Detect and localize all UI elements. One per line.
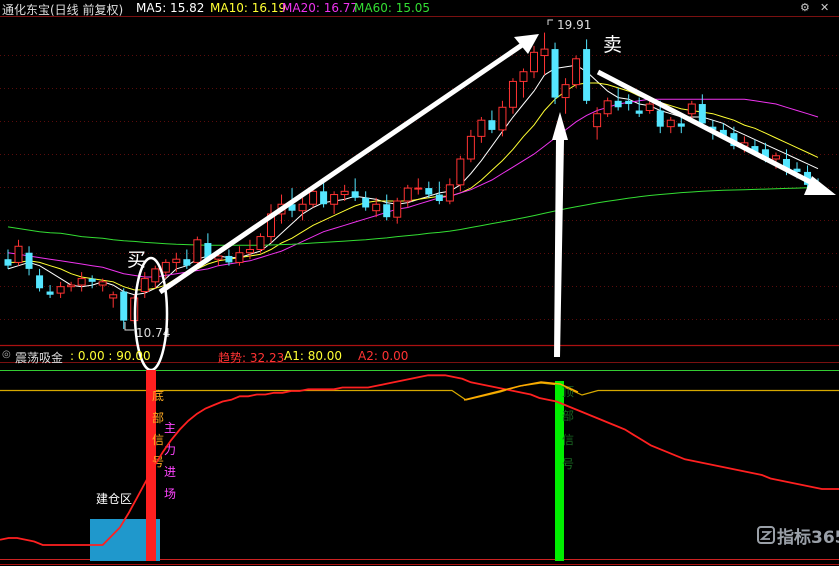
candle bbox=[477, 116, 486, 143]
indicator-name: 震荡吸金 bbox=[15, 351, 64, 365]
a2-value: A2: 0.00 bbox=[358, 349, 409, 363]
candle bbox=[466, 129, 475, 163]
candle bbox=[561, 78, 570, 114]
candle bbox=[603, 97, 612, 117]
vertical-char: 进 bbox=[164, 465, 176, 479]
candle bbox=[362, 191, 370, 211]
candle bbox=[56, 281, 65, 298]
ma5-value: MA5: 15.82 bbox=[136, 1, 205, 15]
candle bbox=[666, 116, 675, 134]
candle bbox=[614, 87, 622, 111]
vertical-char: 主 bbox=[164, 421, 176, 435]
chart-stage: 19.91 10.74 买 卖 建仓区 底部信号 主力进场 顶部信号 指标36 … bbox=[0, 0, 839, 566]
uptrend-arrow bbox=[158, 34, 539, 295]
candle bbox=[88, 275, 96, 289]
top-signal-bar bbox=[555, 381, 564, 561]
sell-label: 卖 bbox=[603, 34, 622, 56]
candle bbox=[120, 288, 128, 330]
candle bbox=[109, 291, 118, 308]
candle bbox=[151, 265, 160, 289]
ma60-value: MA60: 15.05 bbox=[354, 1, 431, 15]
candle bbox=[583, 39, 591, 105]
watermark-logo bbox=[757, 526, 775, 544]
build-zone-label: 建仓区 bbox=[96, 492, 132, 506]
candle bbox=[256, 233, 265, 253]
vertical-char: 部 bbox=[152, 410, 164, 425]
main-force-text: 主力进场 bbox=[164, 421, 176, 501]
vertical-char: 信 bbox=[152, 433, 164, 447]
downtrend-arrow bbox=[596, 69, 836, 195]
indicator-params: : 0.00 : 90.00 bbox=[70, 349, 151, 363]
a1-value: A1: 80.00 bbox=[284, 349, 343, 363]
candle bbox=[36, 268, 44, 292]
ma20-value: MA20: 16.77 bbox=[282, 1, 359, 15]
vertical-char: 号 bbox=[562, 457, 574, 471]
high-label-pointer bbox=[547, 19, 553, 25]
ma10-value: MA10: 16.19 bbox=[210, 1, 287, 15]
candle bbox=[540, 32, 549, 75]
candle bbox=[488, 110, 496, 134]
top-pointer-arrow bbox=[552, 112, 568, 357]
candle bbox=[508, 78, 517, 114]
candle bbox=[140, 272, 149, 298]
low-label-pointer bbox=[124, 322, 134, 331]
candle bbox=[498, 100, 507, 137]
candle bbox=[383, 194, 391, 221]
vertical-char: 部 bbox=[562, 408, 574, 423]
candle bbox=[403, 184, 412, 208]
candle bbox=[235, 246, 244, 266]
high-price-label: 19.91 bbox=[557, 18, 591, 32]
candle bbox=[551, 42, 559, 105]
candle bbox=[445, 178, 454, 205]
candle bbox=[172, 252, 181, 273]
stock-title: 通化东宝(日线 前复权) bbox=[2, 3, 124, 17]
price-grid bbox=[0, 55, 839, 320]
candle bbox=[625, 94, 633, 111]
candlestick-series bbox=[4, 32, 822, 330]
candle bbox=[393, 197, 402, 224]
candle bbox=[530, 45, 538, 79]
candle bbox=[572, 55, 581, 88]
ma-line-ma60 bbox=[7, 186, 819, 246]
trend-value: 趋势: 32.23 bbox=[218, 351, 285, 365]
vertical-char: 底 bbox=[152, 388, 164, 403]
indicator-collapse-icon[interactable]: ◎ bbox=[2, 349, 11, 360]
vertical-char: 场 bbox=[164, 487, 176, 501]
candle bbox=[25, 246, 33, 276]
watermark-text: 指标365 bbox=[777, 527, 839, 548]
candle bbox=[298, 197, 307, 221]
candle bbox=[14, 239, 23, 266]
candle bbox=[414, 178, 423, 195]
vertical-char: 力 bbox=[164, 443, 176, 457]
vertical-char: 信 bbox=[562, 433, 574, 447]
chart-svg: 19.91 10.74 买 卖 建仓区 底部信号 主力进场 顶部信号 指标36 bbox=[0, 16, 839, 565]
candle bbox=[4, 249, 12, 269]
a1-upper-band bbox=[0, 382, 839, 401]
candle bbox=[267, 204, 275, 244]
settings-icon[interactable]: ⚙ bbox=[800, 1, 810, 14]
candle bbox=[519, 68, 528, 98]
close-icon[interactable]: ✕ bbox=[820, 1, 829, 14]
candle bbox=[77, 272, 86, 292]
candle bbox=[351, 178, 359, 202]
candle bbox=[330, 191, 339, 214]
